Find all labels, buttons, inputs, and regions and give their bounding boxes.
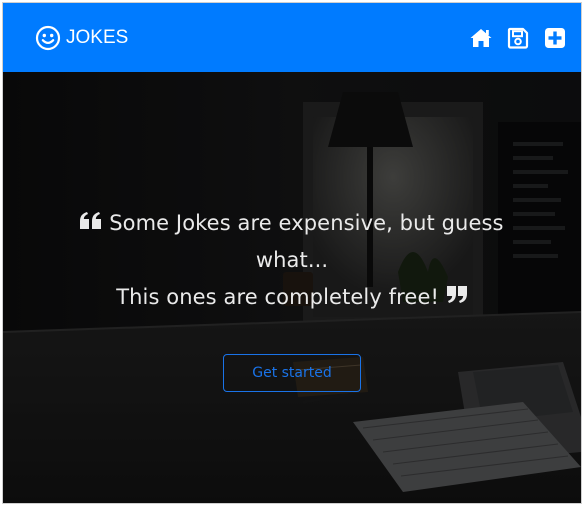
quote-line-1: Some Jokes are expensive, but guess what… bbox=[109, 211, 504, 272]
hero-section: Some Jokes are expensive, but guess what… bbox=[3, 72, 581, 503]
smiley-icon bbox=[35, 25, 61, 50]
quote-line-2: This ones are completely free! bbox=[116, 285, 439, 309]
nav-icon-group bbox=[469, 26, 567, 50]
plus-square-icon bbox=[545, 27, 565, 48]
save-icon bbox=[507, 27, 529, 49]
navbar: JOKES bbox=[3, 3, 581, 72]
nav-saved-link[interactable] bbox=[506, 26, 530, 50]
brand-link[interactable]: JOKES bbox=[35, 25, 128, 51]
home-icon bbox=[470, 28, 492, 47]
quote-left-icon bbox=[80, 212, 102, 229]
get-started-button[interactable]: Get started bbox=[223, 354, 361, 392]
nav-add-link[interactable] bbox=[543, 26, 567, 50]
hero-quote: Some Jokes are expensive, but guess what… bbox=[43, 205, 541, 316]
app-window: JOKES Some Jokes are expensive, but gues… bbox=[2, 2, 582, 504]
brand-label: JOKES bbox=[66, 26, 129, 48]
hero-content: Some Jokes are expensive, but guess what… bbox=[3, 72, 581, 503]
nav-home-link[interactable] bbox=[469, 26, 493, 50]
quote-right-icon bbox=[446, 286, 467, 303]
